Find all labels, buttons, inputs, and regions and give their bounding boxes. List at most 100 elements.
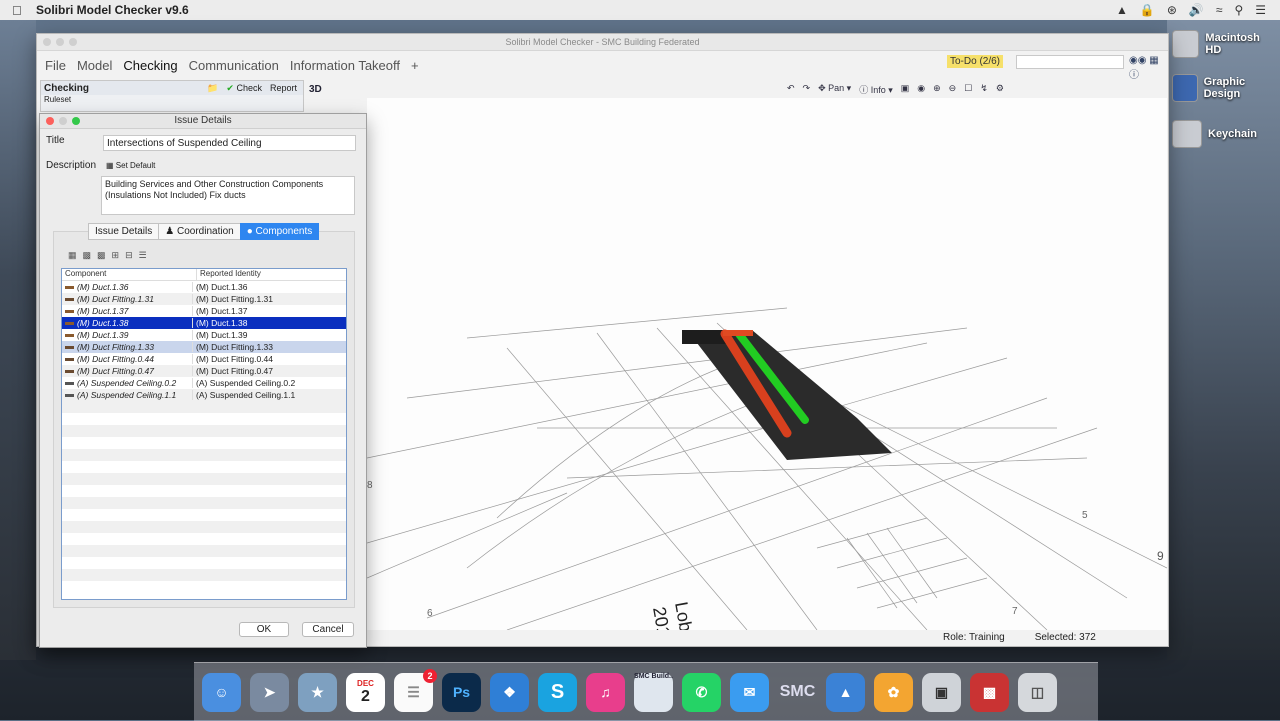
section-icon[interactable]: ▣ (901, 83, 910, 96)
measure-icon[interactable]: ↯ (980, 83, 988, 96)
cancel-button[interactable]: Cancel (302, 622, 354, 637)
duct-fitting[interactable] (723, 330, 753, 336)
binoculars-icon[interactable]: ◉◉ (1129, 55, 1146, 66)
smc-building-icon[interactable]: SMC Build.. (634, 672, 673, 712)
preview2-icon[interactable]: ▣ (922, 672, 961, 712)
zoom-fit-icon[interactable]: ☐ (964, 83, 972, 96)
finder-icon[interactable]: ☺ (202, 672, 241, 712)
tab-coordination[interactable]: ♟ Coordination (158, 223, 241, 240)
component-cell: (M) Duct.1.36 (62, 282, 193, 292)
ok-button[interactable]: OK (239, 622, 289, 637)
photoshop-icon[interactable]: Ps (442, 672, 481, 712)
todo-button[interactable]: To-Do (2/6) (947, 55, 1004, 68)
smc-icon[interactable]: SMC (778, 673, 817, 712)
keynote-icon[interactable]: ▲ (826, 672, 865, 712)
remove-icon[interactable]: ⊟ (125, 250, 133, 261)
tab-issue-details[interactable]: Issue Details (88, 223, 160, 240)
desktop-background-left (0, 20, 36, 660)
info-button[interactable]: ⓘ Info ▾ (859, 83, 893, 96)
set-default-link[interactable]: ▦ Set Default (106, 161, 155, 170)
table-row[interactable]: (M) Duct.1.36 (M) Duct.1.36 (62, 281, 346, 293)
visibility-icon[interactable]: ◉ (917, 83, 925, 96)
empty-row (62, 473, 346, 485)
photos-icon[interactable]: ✿ (874, 672, 913, 712)
safari-icon[interactable]: ❖ (490, 672, 529, 712)
menu-information-takeoff[interactable]: Information Takeoff (290, 58, 400, 73)
report-button[interactable]: Report (270, 83, 297, 94)
column-component[interactable]: Component (62, 269, 197, 280)
menu-communication[interactable]: Communication (189, 58, 279, 73)
itunes-icon[interactable]: ♫ (586, 672, 625, 712)
check-button[interactable]: ✔ Check (226, 83, 262, 94)
launchpad-icon[interactable]: ➤ (250, 672, 289, 712)
table-header: Component Reported Identity (62, 269, 346, 281)
empty-row (62, 425, 346, 437)
menubar-app-name[interactable]: Solibri Model Checker v9.6 (36, 3, 189, 17)
plan-label-7: 7 (1012, 606, 1018, 617)
description-textarea[interactable]: Building Services and Other Construction… (101, 176, 355, 215)
preview-icon[interactable]: ★ (298, 672, 337, 712)
reminders-icon[interactable]: ☰ 2 (394, 668, 437, 712)
components-toolbar: ▦ ▩ ▩ ⊞ ⊟ ☰ (68, 250, 147, 261)
drive-icon[interactable]: ▲ (1116, 3, 1128, 17)
table-row[interactable]: (M) Duct.1.39 (M) Duct.1.39 (62, 329, 346, 341)
menu-file[interactable]: File (45, 58, 66, 73)
table-row[interactable]: (M) Duct.1.37 (M) Duct.1.37 (62, 305, 346, 317)
menu-model[interactable]: Model (77, 58, 112, 73)
deselect-icon[interactable]: ▩ (97, 250, 106, 261)
add-icon[interactable]: ⊞ (112, 250, 120, 261)
undo-view-icon[interactable]: ↶ (787, 83, 795, 96)
table-row[interactable]: (M) Duct Fitting.1.31 (M) Duct Fitting.1.… (62, 293, 346, 305)
table-row[interactable]: (A) Suspended Ceiling.0.2 (A) Suspended C… (62, 377, 346, 389)
table-row[interactable]: (A) Suspended Ceiling.1.1 (A) Suspended C… (62, 389, 346, 401)
wifi-icon[interactable]: ≈ (1216, 3, 1223, 17)
table-row[interactable]: (M) Duct Fitting.0.44 (M) Duct Fitting.0.… (62, 353, 346, 365)
zoom-out-icon[interactable]: ⊖ (949, 83, 957, 96)
column-reported-identity[interactable]: Reported Identity (197, 269, 261, 280)
tab-components[interactable]: ● Components (239, 223, 320, 240)
table-row[interactable]: (M) Duct Fitting.0.47 (M) Duct Fitting.0.… (62, 365, 346, 377)
table-row[interactable]: (M) Duct.1.38 (M) Duct.1.38 (62, 317, 346, 329)
pan-button[interactable]: ✥ Pan ▾ (818, 83, 851, 96)
todo-search-input[interactable] (1016, 55, 1124, 69)
folder-open-icon[interactable]: 📁 (207, 83, 218, 94)
minimize-window-button[interactable] (56, 38, 64, 46)
settings-icon[interactable]: ⚙ (996, 83, 1004, 96)
desktop-icon-macintosh-hd[interactable]: Macintosh HD (1172, 30, 1272, 58)
reported-identity-cell: (M) Duct.1.38 (196, 318, 248, 328)
whatsapp-icon[interactable]: ✆ (682, 672, 721, 712)
menu-list-icon[interactable]: ☰ (1255, 3, 1266, 17)
dialog-zoom-button[interactable] (72, 117, 80, 125)
desktop-icon-graphic-design[interactable]: Graphic Design (1172, 74, 1272, 102)
table-icon[interactable]: ▦ (68, 250, 77, 261)
view3d-canvas[interactable]: 8 6 5 9 7 Lobby 201 (366, 98, 1168, 652)
issue-details-dialog: Issue Details Title Intersections of Sus… (39, 113, 367, 648)
dialog-minimize-button[interactable] (59, 117, 67, 125)
select-all-icon[interactable]: ▩ (83, 250, 92, 261)
remote-desktop-icon[interactable]: ▩ (970, 672, 1009, 712)
lock-icon[interactable]: 🔒 (1140, 3, 1155, 17)
apple-icon[interactable]:  (12, 3, 26, 18)
menu-checking[interactable]: Checking (123, 58, 177, 73)
trash-icon[interactable]: ◫ (1018, 672, 1057, 712)
zoom-in-icon[interactable]: ⊕ (933, 83, 941, 96)
grid-icon[interactable]: ▦ (1149, 55, 1158, 66)
component-type-icon (65, 369, 74, 373)
calendar-icon[interactable]: DEC 2 (346, 672, 385, 712)
redo-view-icon[interactable]: ↷ (803, 83, 811, 96)
list-icon[interactable]: ☰ (139, 250, 147, 261)
desktop-icon-keychain[interactable]: Keychain (1172, 120, 1272, 148)
volume-icon[interactable]: 🔊 (1189, 3, 1204, 17)
search-icon[interactable]: ⚲ (1234, 3, 1243, 17)
table-row[interactable]: (M) Duct Fitting.1.33 (M) Duct Fitting.1.… (62, 341, 346, 353)
menubar-status-icons: ▲ 🔒 ⊛ 🔊 ≈ ⚲ ☰ (1116, 3, 1266, 17)
zoom-window-button[interactable] (69, 38, 77, 46)
messages-icon[interactable]: ✉ (730, 672, 769, 712)
add-layout-button[interactable]: + (411, 58, 419, 73)
bluetooth-icon[interactable]: ⊛ (1167, 3, 1177, 17)
title-input[interactable]: Intersections of Suspended Ceiling (103, 135, 356, 151)
dialog-close-button[interactable] (46, 117, 54, 125)
close-window-button[interactable] (43, 38, 51, 46)
empty-row (62, 413, 346, 425)
skype-icon[interactable]: S (538, 672, 577, 712)
